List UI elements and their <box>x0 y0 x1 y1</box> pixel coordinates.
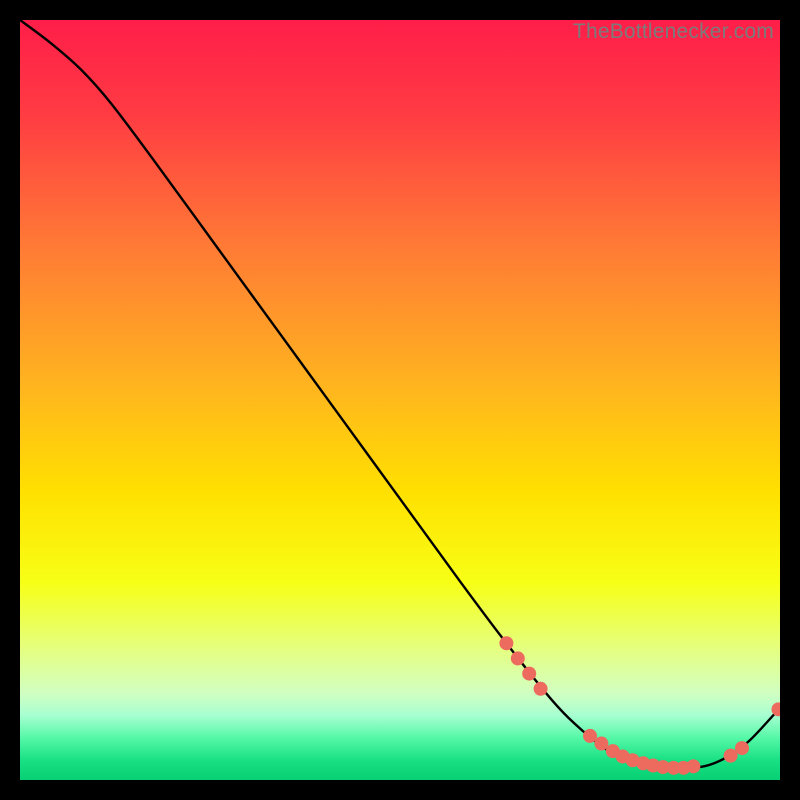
chart-frame: TheBottlenecker.com <box>20 20 780 780</box>
highlighted-point <box>499 636 513 650</box>
highlighted-point <box>511 651 525 665</box>
highlighted-point <box>594 737 608 751</box>
highlighted-point <box>583 729 597 743</box>
watermark-text: TheBottlenecker.com <box>573 20 774 44</box>
highlighted-point <box>724 749 738 763</box>
highlighted-point <box>686 759 700 773</box>
highlighted-point <box>534 682 548 696</box>
highlighted-point <box>735 741 749 755</box>
highlighted-point <box>522 667 536 681</box>
chart-svg <box>20 20 780 780</box>
